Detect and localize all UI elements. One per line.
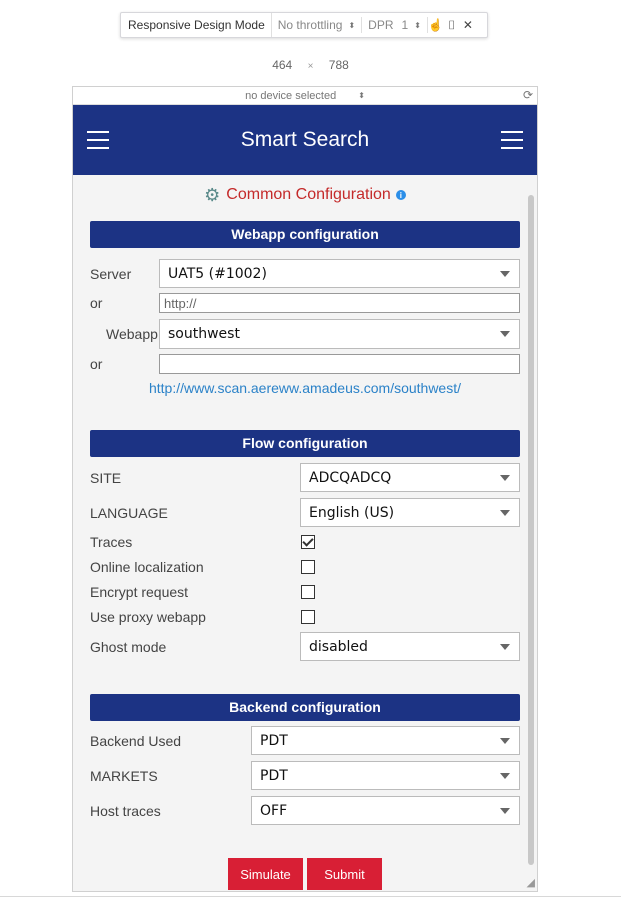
- backend-used-select[interactable]: PDT: [251, 726, 520, 755]
- online-localization-row: Online localization: [90, 557, 520, 577]
- proxy-webapp-checkbox[interactable]: [301, 610, 315, 624]
- markets-select[interactable]: PDT: [251, 761, 520, 790]
- updown-icon: ⬍: [348, 20, 356, 30]
- ghost-mode-row: Ghost mode disabled: [90, 632, 520, 661]
- language-select[interactable]: English (US): [300, 498, 520, 527]
- touch-icon[interactable]: ☝: [428, 18, 444, 32]
- right-menu-icon[interactable]: [500, 131, 523, 149]
- host-traces-row: Host traces OFF: [90, 796, 520, 825]
- site-label: SITE: [90, 469, 122, 486]
- host-traces-select[interactable]: OFF: [251, 796, 520, 825]
- webapp-row: Webapp southwest: [90, 318, 520, 349]
- viewport-height[interactable]: 788: [329, 58, 349, 72]
- chevron-down-icon: [500, 271, 510, 277]
- language-value: English (US): [309, 504, 395, 521]
- updown-icon: ⬍: [414, 20, 421, 30]
- backend-used-row: Backend Used PDT: [90, 726, 520, 755]
- online-localization-label: Online localization: [90, 559, 204, 575]
- webapp-config-header: Webapp configuration: [90, 221, 520, 248]
- dpr-label: DPR: [368, 18, 394, 32]
- dimension-separator: ×: [307, 61, 314, 72]
- ghost-mode-value: disabled: [309, 638, 368, 655]
- info-icon[interactable]: i: [395, 190, 406, 200]
- markets-row: MARKETS PDT: [90, 761, 520, 790]
- host-traces-value: OFF: [260, 802, 288, 819]
- chevron-down-icon: [500, 808, 510, 814]
- chevron-down-icon: [500, 510, 510, 516]
- server-row: Server UAT5 (#1002): [90, 259, 520, 288]
- server-select[interactable]: UAT5 (#1002): [159, 259, 520, 288]
- traces-checkbox[interactable]: [301, 535, 315, 549]
- app-header: Smart Search: [73, 105, 537, 175]
- markets-label: MARKETS: [90, 767, 158, 784]
- rdm-toolbar: Responsive Design Mode No throttling ⬍ D…: [120, 12, 488, 38]
- online-localization-checkbox[interactable]: [301, 560, 315, 574]
- encrypt-request-row: Encrypt request: [90, 582, 520, 602]
- left-menu-icon[interactable]: [87, 131, 109, 149]
- rotate-icon[interactable]: ⟳: [523, 88, 533, 102]
- webapp-url-link[interactable]: http://www.scan.aereww.amadeus.com/south…: [90, 380, 520, 396]
- custom-webapp-input[interactable]: [159, 354, 520, 374]
- site-value: ADCQADCQ: [309, 469, 392, 486]
- proxy-webapp-row: Use proxy webapp: [90, 607, 520, 627]
- simulate-button[interactable]: Simulate: [228, 858, 303, 890]
- markets-value: PDT: [260, 767, 288, 784]
- backend-used-label: Backend Used: [90, 732, 182, 749]
- custom-webapp-row: or: [90, 353, 520, 375]
- webapp-value: southwest: [168, 325, 240, 342]
- chevron-down-icon: [500, 330, 510, 337]
- traces-row: Traces: [90, 532, 520, 552]
- device-frame: no device selected ⬍ ⟳ Smart Search ⚙ Co…: [72, 86, 538, 892]
- chevron-down-icon: [500, 644, 510, 650]
- ghost-mode-select[interactable]: disabled: [300, 632, 520, 661]
- proxy-webapp-label: Use proxy webapp: [90, 609, 206, 625]
- rdm-title: Responsive Design Mode: [121, 13, 272, 37]
- host-traces-label: Host traces: [90, 802, 161, 819]
- dpr-value: 1: [401, 18, 409, 32]
- webapp-select[interactable]: southwest: [159, 318, 520, 349]
- action-buttons: Simulate Submit: [90, 858, 520, 890]
- submit-button[interactable]: Submit: [307, 858, 382, 890]
- device-selector[interactable]: no device selected ⬍ ⟳: [73, 87, 537, 105]
- encrypt-request-checkbox[interactable]: [301, 585, 315, 599]
- app-title: Smart Search: [240, 128, 370, 151]
- url-input[interactable]: http://: [159, 293, 520, 313]
- site-row: SITE ADCQADCQ: [90, 463, 520, 492]
- page-content: ⚙ Common Configuration i Webapp configur…: [73, 185, 537, 890]
- traces-label: Traces: [90, 534, 133, 550]
- encrypt-request-label: Encrypt request: [90, 584, 189, 600]
- device-selector-label: no device selected: [245, 89, 337, 102]
- language-label: LANGUAGE: [90, 504, 168, 521]
- scrollbar[interactable]: [528, 195, 534, 865]
- or-label: or: [90, 295, 103, 311]
- server-value: UAT5 (#1002): [168, 265, 267, 282]
- backend-used-value: PDT: [260, 732, 288, 749]
- url-placeholder: http://: [164, 295, 197, 311]
- common-config-title: ⚙ Common Configuration i: [90, 185, 520, 205]
- throttling-select[interactable]: No throttling ⬍: [272, 13, 361, 37]
- chevron-down-icon: [500, 773, 510, 779]
- chevron-down-icon: [500, 738, 510, 744]
- flow-config-header: Flow configuration: [90, 430, 520, 457]
- backend-config-header: Backend configuration: [90, 694, 520, 721]
- server-label: Server: [90, 265, 132, 282]
- camera-icon[interactable]: ⌷: [444, 18, 460, 33]
- site-select[interactable]: ADCQADCQ: [300, 463, 520, 492]
- close-icon[interactable]: ✕: [460, 18, 476, 32]
- resize-handle-icon[interactable]: ◢: [527, 876, 535, 889]
- throttling-value: No throttling: [277, 18, 343, 32]
- gear-icon: ⚙: [204, 184, 221, 205]
- or-label: or: [90, 356, 103, 372]
- language-row: LANGUAGE English (US): [90, 498, 520, 527]
- webapp-label: Webapp: [106, 325, 158, 342]
- viewport-dimensions: 464 × 788: [0, 58, 621, 72]
- updown-icon: ⬍: [358, 91, 365, 100]
- url-row: or http://: [90, 292, 520, 314]
- divider: [0, 896, 621, 897]
- common-config-label: Common Configuration: [226, 186, 391, 203]
- ghost-mode-label: Ghost mode: [90, 638, 167, 655]
- dpr-select[interactable]: DPR 1 ⬍: [362, 13, 427, 37]
- viewport-width[interactable]: 464: [272, 58, 292, 72]
- chevron-down-icon: [500, 475, 510, 481]
